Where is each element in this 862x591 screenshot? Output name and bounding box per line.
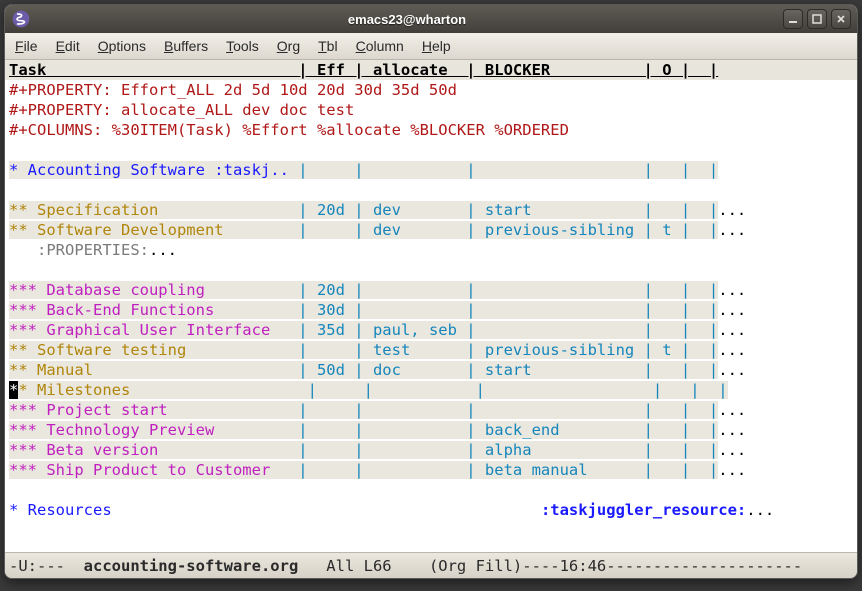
config-line-effort: #+PROPERTY: Effort_ALL 2d 5d 10d 20d 30d… [5, 80, 857, 100]
blank-line [5, 140, 857, 160]
app-window: emacs23@wharton File Edit Options Buffer… [4, 4, 858, 579]
menu-tools[interactable]: Tools [226, 38, 259, 54]
row-gui: *** Graphical User Interface | 35d | pau… [5, 320, 857, 340]
menu-options[interactable]: Options [98, 38, 146, 54]
row-database-coupling: *** Database coupling | 20d | | | | |... [5, 280, 857, 300]
row-specification: ** Specification | 20d | dev | start | |… [5, 200, 857, 220]
menubar: File Edit Options Buffers Tools Org Tbl … [5, 33, 857, 60]
close-button[interactable] [831, 9, 851, 29]
menu-buffers[interactable]: Buffers [164, 38, 208, 54]
column-header: Task | Eff | allocate | BLOCKER | O | | [5, 60, 857, 80]
config-line-allocate: #+PROPERTY: allocate_ALL dev doc test [5, 100, 857, 120]
blank-line [5, 480, 857, 500]
cursor: * [9, 381, 18, 399]
row-tech-preview: *** Technology Preview | | | back_end | … [5, 420, 857, 440]
menu-tbl[interactable]: Tbl [318, 38, 337, 54]
row-backend-functions: *** Back-End Functions | 30d | | | | |..… [5, 300, 857, 320]
minimize-button[interactable] [783, 9, 803, 29]
titlebar: emacs23@wharton [5, 5, 857, 33]
row-accounting-software: * Accounting Software :taskj.. | | | | |… [5, 160, 857, 180]
window-title: emacs23@wharton [31, 12, 783, 27]
emacs-logo-icon [11, 9, 31, 29]
config-line-columns: #+COLUMNS: %30ITEM(Task) %Effort %alloca… [5, 120, 857, 140]
row-milestones: ** Milestones | | | | | | [5, 380, 857, 400]
row-software-dev: ** Software Development | | dev | previo… [5, 220, 857, 240]
blank-line [5, 180, 857, 200]
row-software-testing: ** Software testing | | test | previous-… [5, 340, 857, 360]
row-resources: * Resources :taskjuggler_resource:... [5, 500, 857, 520]
buffer-name: accounting-software.org [84, 557, 299, 575]
text-buffer[interactable]: Task | Eff | allocate | BLOCKER | O | | … [5, 60, 857, 552]
menu-org[interactable]: Org [277, 38, 300, 54]
modeline: -U:--- accounting-software.org All L66 (… [5, 552, 857, 578]
maximize-button[interactable] [807, 9, 827, 29]
row-project-start: *** Project start | | | | | |... [5, 400, 857, 420]
menu-file[interactable]: File [15, 38, 38, 54]
row-ship-product: *** Ship Product to Customer | | | beta … [5, 460, 857, 480]
row-beta-version: *** Beta version | | | alpha | | |... [5, 440, 857, 460]
menu-edit[interactable]: Edit [56, 38, 80, 54]
row-manual: ** Manual | 50d | doc | start | | |... [5, 360, 857, 380]
blank-line [5, 260, 857, 280]
row-properties-drawer: :PROPERTIES:... [5, 240, 857, 260]
menu-help[interactable]: Help [422, 38, 451, 54]
menu-column[interactable]: Column [356, 38, 404, 54]
